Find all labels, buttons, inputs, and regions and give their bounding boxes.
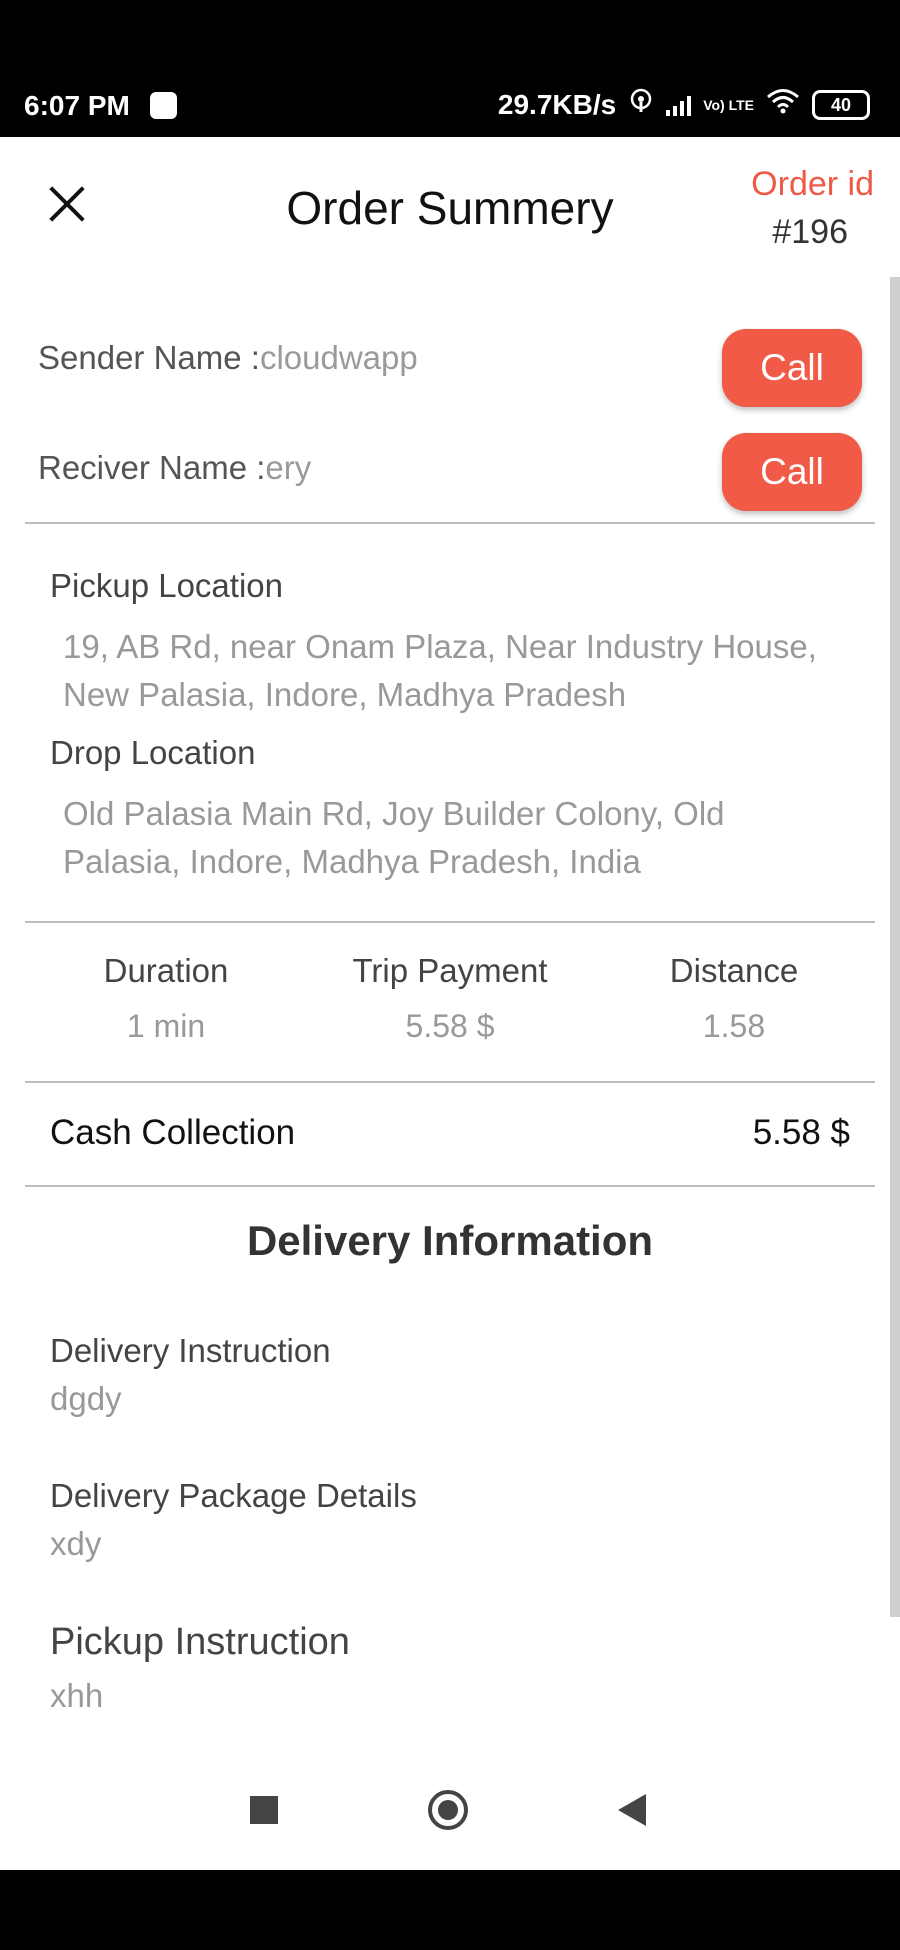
sender-name-label: Sender Name : <box>38 339 260 376</box>
trip-payment-stat: Trip Payment 5.58 $ <box>320 952 580 1045</box>
call-receiver-button[interactable]: Call <box>722 433 862 511</box>
pickup-instruction-value: xhh <box>50 1677 104 1714</box>
signal-icon <box>666 94 692 116</box>
drop-location-label: Drop Location <box>50 734 256 771</box>
call-sender-button[interactable]: Call <box>722 329 862 407</box>
volte-icon: Vo) LTE <box>703 96 754 113</box>
order-summary-screen: Order Summery Order id #196 Sender Name … <box>0 137 900 1752</box>
back-icon[interactable] <box>618 1794 646 1826</box>
duration-label: Duration <box>103 952 229 989</box>
divider <box>25 1081 875 1083</box>
divider <box>25 522 875 524</box>
receiver-name-label: Reciver Name : <box>38 449 266 486</box>
distance-stat: Distance 1.58 <box>604 952 864 1045</box>
status-bar: 6:07 PM 29.7KB/s Vo) LTE 40 <box>0 0 900 137</box>
recents-icon[interactable] <box>250 1796 278 1824</box>
wifi-icon <box>766 88 800 121</box>
network-speed: 29.7KB/s <box>497 88 617 120</box>
trip-payment-value: 5.58 $ <box>405 1008 495 1044</box>
cash-collection-value: 5.58 $ <box>752 1113 850 1152</box>
divider <box>25 921 875 923</box>
pickup-location-address: 19, AB Rd, near Onam Plaza, Near Industr… <box>63 628 817 713</box>
duration-stat: Duration 1 min <box>36 952 296 1045</box>
duration-value: 1 min <box>126 1008 206 1044</box>
distance-value: 1.58 <box>702 1008 766 1044</box>
notification-icon <box>150 92 177 119</box>
delivery-information-heading: Delivery Information <box>246 1217 654 1264</box>
hotspot-icon <box>628 88 654 121</box>
delivery-instruction-value: dgdy <box>50 1380 122 1417</box>
battery-icon: 40 <box>812 89 870 120</box>
sender-name-value: cloudwapp <box>259 339 418 376</box>
scrollbar[interactable] <box>890 277 900 1617</box>
order-id-value: #196 <box>772 213 848 251</box>
sender-name-row: Sender Name :cloudwapp <box>38 339 418 377</box>
status-time: 6:07 PM <box>24 90 130 121</box>
pickup-instruction-label: Pickup Instruction <box>50 1621 350 1663</box>
navigation-bar <box>0 1752 900 1870</box>
receiver-name-value: ery <box>265 449 312 486</box>
delivery-package-value: xdy <box>50 1525 102 1562</box>
delivery-package-label: Delivery Package Details <box>50 1477 417 1514</box>
receiver-name-row: Reciver Name :ery <box>38 449 311 487</box>
cash-collection-label: Cash Collection <box>50 1113 296 1152</box>
status-right-group: 29.7KB/s Vo) LTE 40 <box>498 88 870 121</box>
order-id-label: Order id <box>751 165 874 203</box>
distance-label: Distance <box>669 952 799 989</box>
bottom-bezel <box>0 1870 900 1950</box>
pickup-location-label: Pickup Location <box>50 567 283 604</box>
drop-location-address: Old Palasia Main Rd, Joy Builder Colony,… <box>63 795 725 880</box>
divider <box>25 1185 875 1187</box>
trip-payment-label: Trip Payment <box>352 952 548 989</box>
home-icon[interactable] <box>428 1790 468 1830</box>
delivery-instruction-label: Delivery Instruction <box>50 1332 331 1369</box>
